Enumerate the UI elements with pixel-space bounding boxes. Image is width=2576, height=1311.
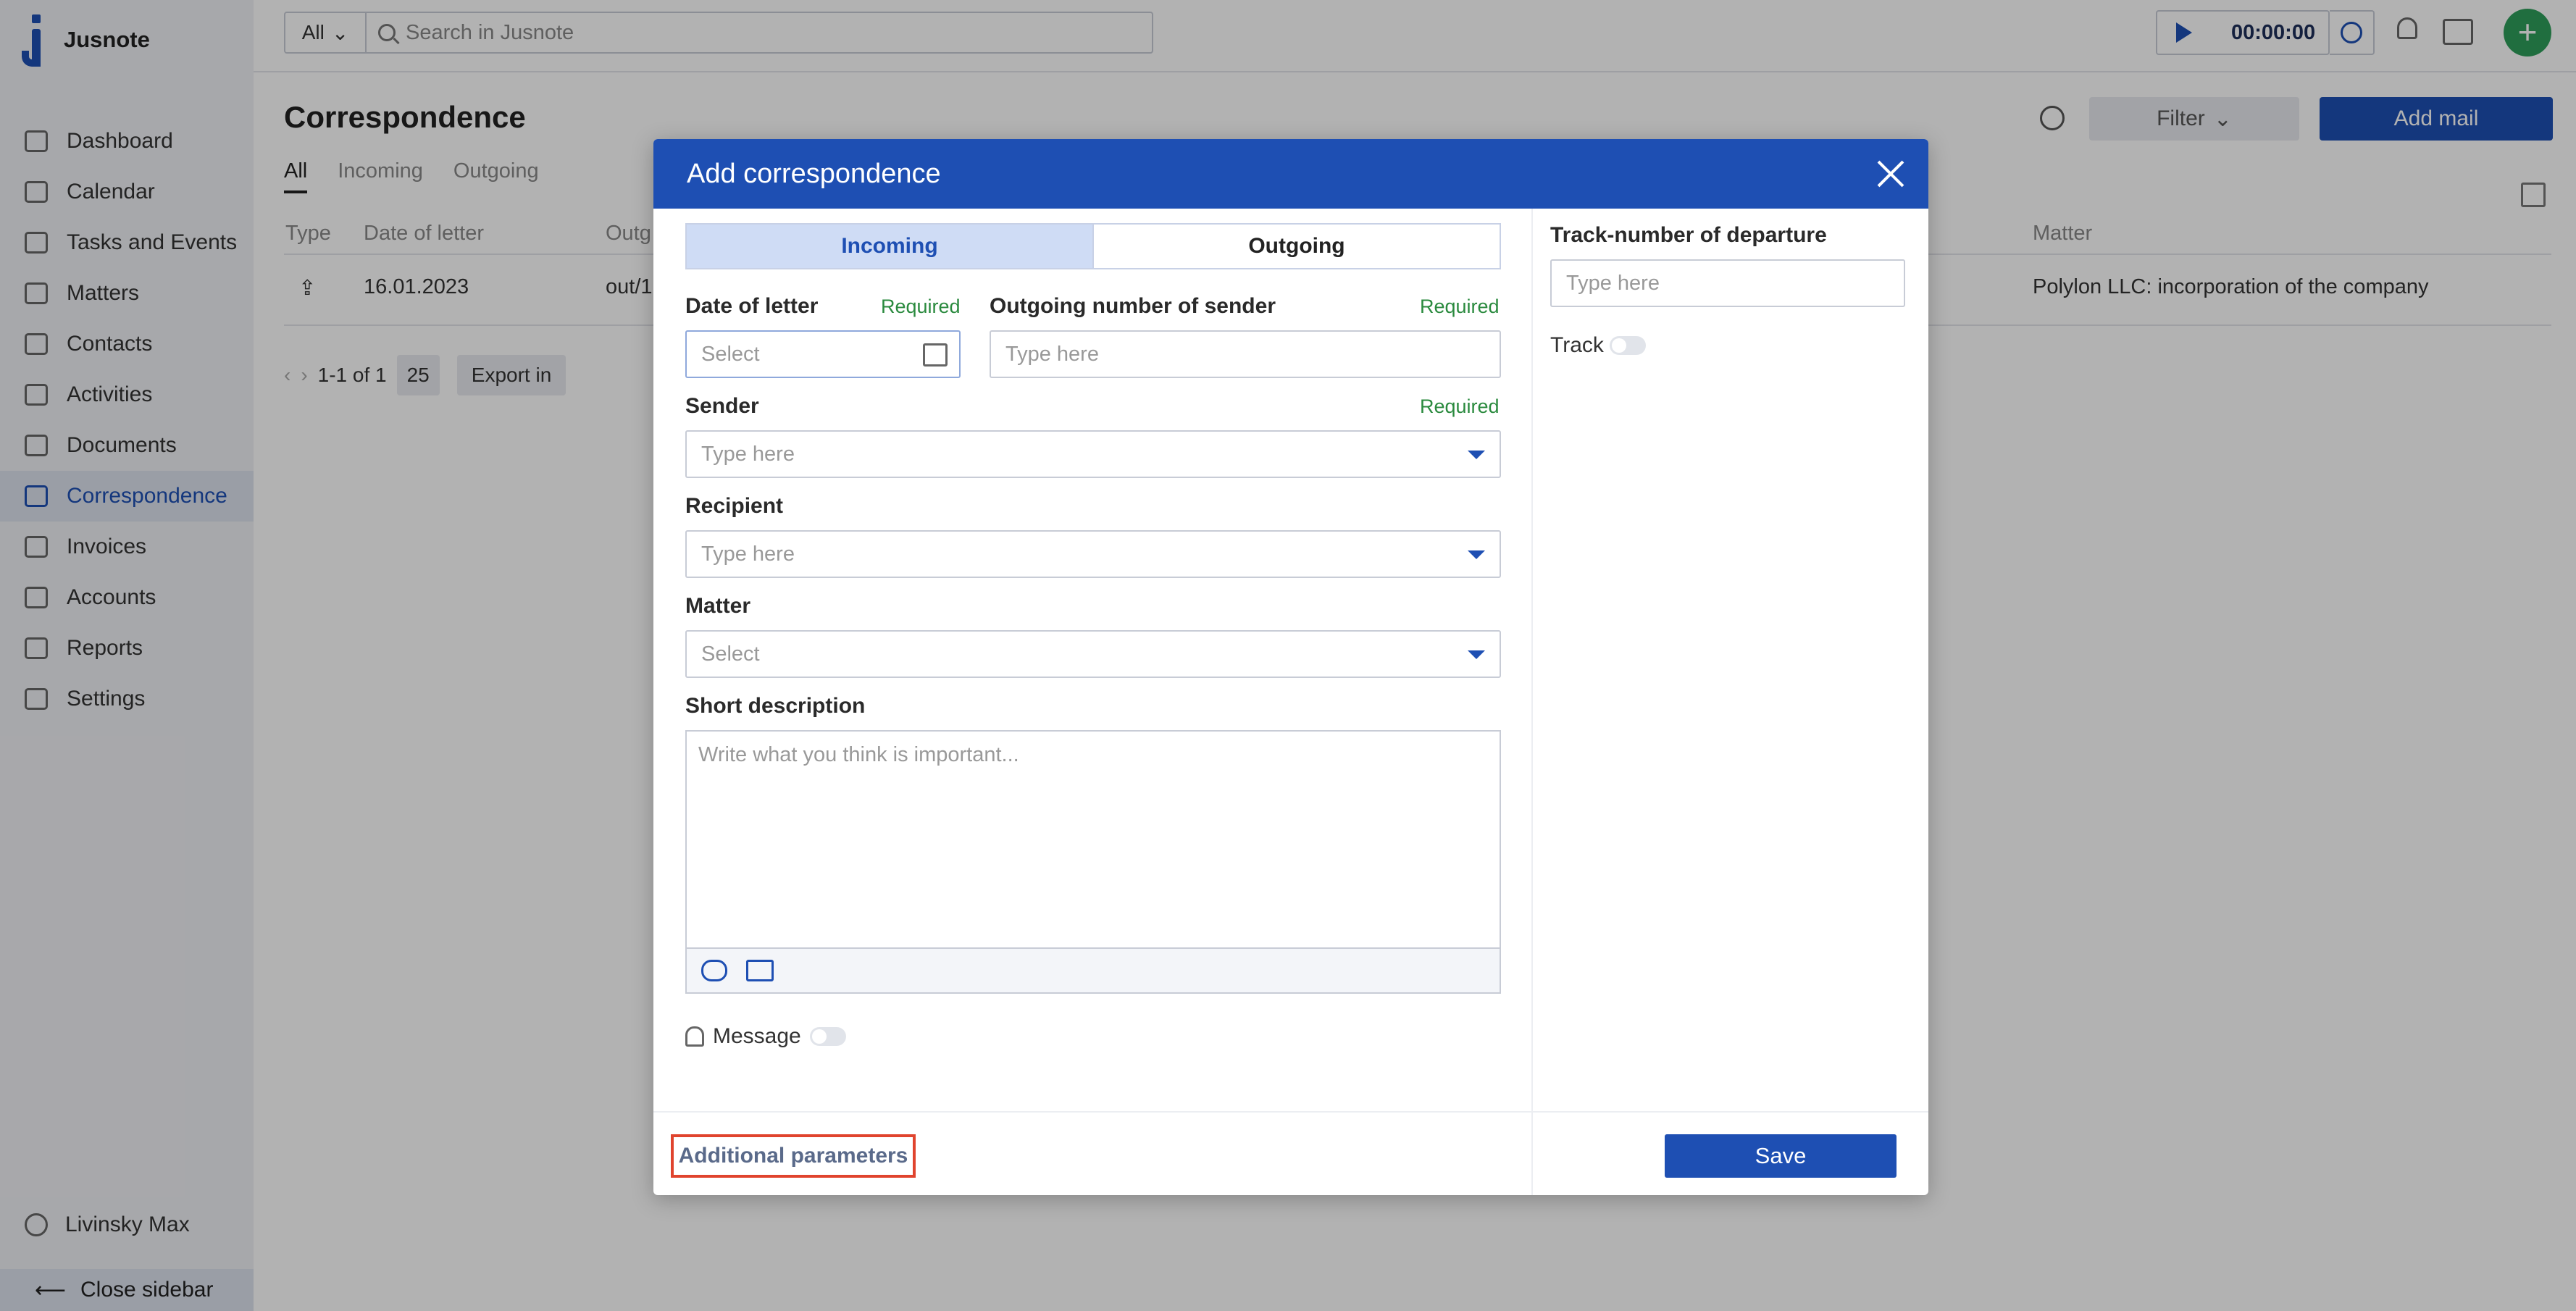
description-toolbar bbox=[685, 947, 1501, 994]
track-label: Track bbox=[1550, 333, 1604, 357]
description-textarea[interactable]: Write what you think is important... bbox=[685, 730, 1501, 947]
track-number-placeholder: Type here bbox=[1566, 271, 1660, 295]
recipient-placeholder: Type here bbox=[701, 542, 795, 566]
caret-down-icon bbox=[1468, 550, 1485, 559]
matter-select[interactable]: Select bbox=[685, 630, 1501, 678]
image-icon[interactable] bbox=[746, 960, 774, 981]
add-correspondence-dialog: Add correspondence Incoming Outgoing Dat… bbox=[653, 139, 1928, 1195]
recipient-label: Recipient bbox=[685, 494, 784, 518]
calendar-icon[interactable] bbox=[923, 343, 948, 367]
bell-icon bbox=[685, 1026, 704, 1047]
message-switch[interactable] bbox=[809, 1027, 846, 1046]
direction-toggle: Incoming Outgoing bbox=[685, 223, 1501, 269]
matter-label: Matter bbox=[685, 594, 751, 618]
sender-label: Sender bbox=[685, 394, 759, 418]
footer-divider bbox=[653, 1111, 1928, 1113]
track-number-label: Track-number of departure bbox=[1550, 223, 1827, 247]
direction-incoming[interactable]: Incoming bbox=[687, 225, 1094, 268]
sender-select[interactable]: Type here bbox=[685, 430, 1501, 478]
close-icon[interactable] bbox=[1876, 159, 1905, 188]
direction-outgoing[interactable]: Outgoing bbox=[1094, 225, 1500, 268]
dialog-header: Add correspondence bbox=[653, 139, 1928, 209]
sender-placeholder: Type here bbox=[701, 442, 795, 466]
date-placeholder: Select bbox=[701, 342, 760, 366]
track-number-field[interactable]: Type here bbox=[1550, 259, 1905, 307]
outgoing-number-placeholder: Type here bbox=[1005, 342, 1099, 366]
required-badge: Required bbox=[1420, 395, 1500, 417]
caret-down-icon bbox=[1468, 451, 1485, 459]
outgoing-number-label: Outgoing number of sender bbox=[990, 294, 1276, 318]
date-field[interactable]: Select bbox=[685, 330, 961, 378]
column-divider bbox=[1531, 209, 1533, 1195]
matter-placeholder: Select bbox=[701, 642, 760, 666]
recipient-select[interactable]: Type here bbox=[685, 530, 1501, 578]
required-badge: Required bbox=[881, 296, 961, 317]
additional-parameters-link[interactable]: Additional parameters bbox=[671, 1134, 916, 1178]
caret-down-icon bbox=[1468, 650, 1485, 659]
save-button[interactable]: Save bbox=[1665, 1134, 1897, 1178]
message-label: Message bbox=[713, 1024, 801, 1048]
required-badge: Required bbox=[1420, 296, 1500, 317]
track-switch[interactable] bbox=[1610, 336, 1646, 355]
outgoing-number-field[interactable]: Type here bbox=[990, 330, 1501, 378]
date-label: Date of letter bbox=[685, 294, 819, 318]
attach-icon[interactable] bbox=[701, 960, 727, 981]
description-label: Short description bbox=[685, 694, 866, 718]
dialog-title: Add correspondence bbox=[687, 158, 941, 189]
message-toggle-row: Message bbox=[685, 1024, 846, 1049]
track-toggle-row: Track bbox=[1550, 333, 1646, 358]
description-placeholder: Write what you think is important... bbox=[698, 743, 1019, 766]
